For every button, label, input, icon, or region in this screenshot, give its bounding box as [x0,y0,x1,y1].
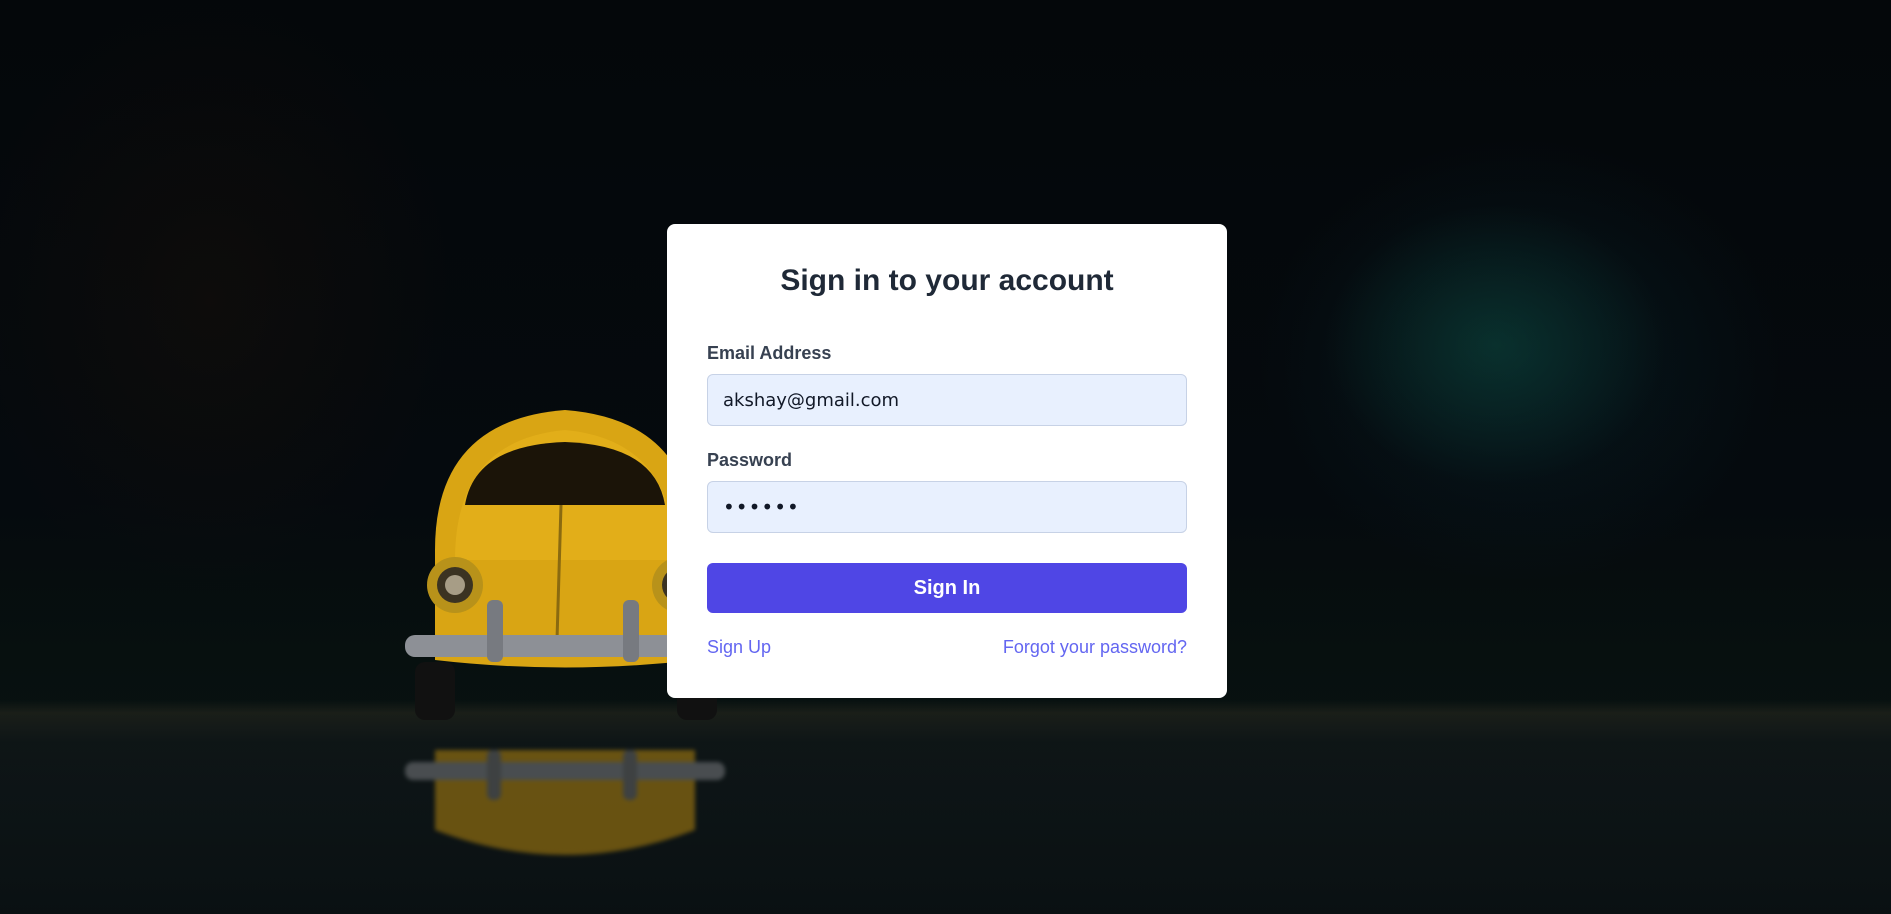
password-label: Password [707,450,793,470]
sign-up-link[interactable]: Sign Up [707,637,771,658]
forgot-password-link[interactable]: Forgot your password? [1003,637,1187,658]
email-field[interactable] [707,374,1187,426]
car-reflection-image [405,750,725,855]
email-label: Email Address [707,343,832,363]
ground-surface [0,700,1891,914]
sign-in-button[interactable]: Sign In [707,563,1187,613]
page-title: Sign in to your account [780,264,1114,297]
password-field[interactable] [707,481,1187,533]
login-card: Sign in to your account Email Address Pa… [667,224,1227,698]
